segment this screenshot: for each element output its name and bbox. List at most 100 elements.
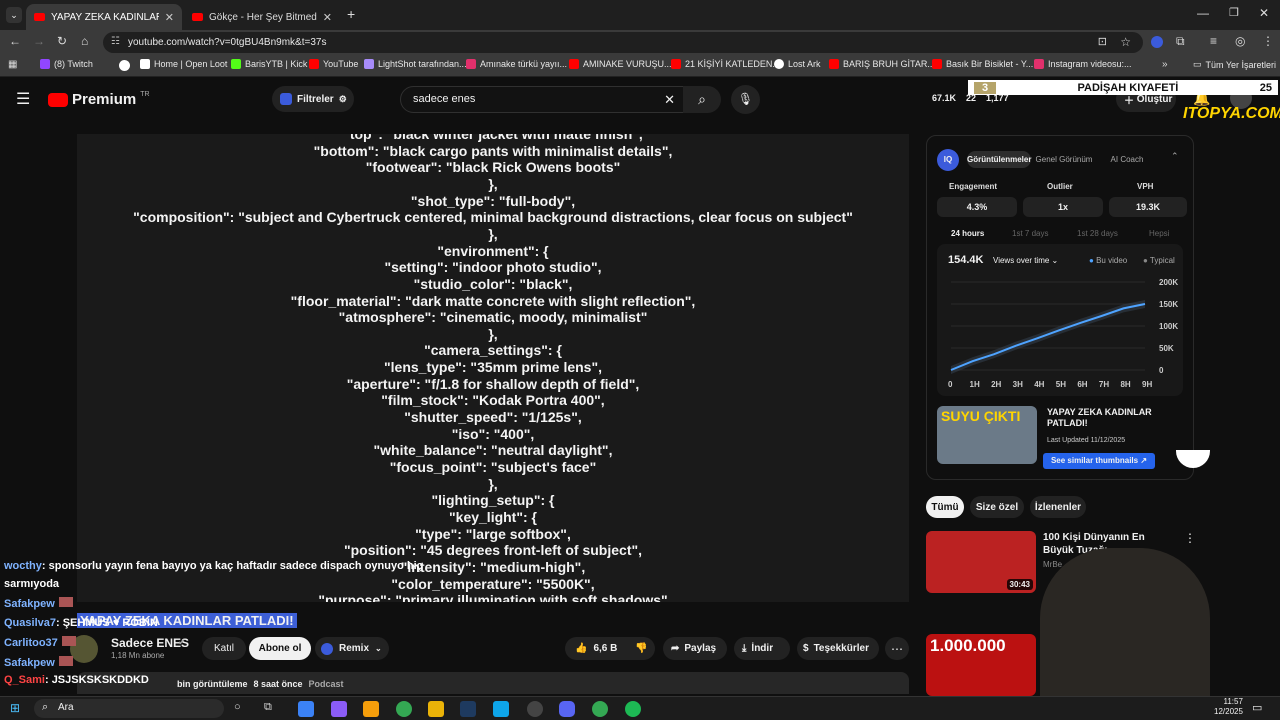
bookmark-item[interactable]: YouTube [309, 59, 358, 69]
bookmark-item[interactable]: (8) Twitch [40, 59, 93, 69]
bookmark-item[interactable]: Amınake türkü yayıı... [466, 59, 567, 69]
bookmark-item[interactable]: Instagram videosu:... [1034, 59, 1132, 69]
code-line: "lens_type": "35mm prime lens", [384, 359, 602, 376]
chip-watched[interactable]: İzlenenler [1030, 496, 1086, 518]
x-tick-label: 6H [1077, 380, 1087, 389]
bookmark-item[interactable]: Basık Bir Bisiklet - Y... [932, 59, 1033, 69]
filters-button[interactable]: Filtreler ⚙ [272, 86, 354, 112]
hamburger-icon[interactable]: ☰ [16, 89, 30, 109]
chat-overlay: wocthy: sponsorlu yayın fena bayıyo ya k… [4, 560, 424, 686]
bookmark-star-icon[interactable]: ☆ [1120, 35, 1131, 49]
task-view-icon[interactable]: ○ [234, 701, 250, 717]
share-button[interactable]: ➦ Paylaş [663, 637, 727, 660]
restore-button[interactable]: ❐ [1229, 6, 1239, 19]
range-28d[interactable]: 1st 28 days [1077, 229, 1118, 238]
range-24h[interactable]: 24 hours [951, 229, 984, 238]
views-count: 67.1K [932, 93, 957, 103]
voice-search-button[interactable]: 🎙 [731, 85, 760, 114]
reload-icon[interactable]: ↻ [57, 34, 67, 48]
chrome-icon[interactable] [396, 701, 412, 717]
tab-search-icon[interactable]: ≡ [1210, 34, 1217, 48]
windows-start-icon[interactable]: ⊞ [10, 701, 20, 715]
new-tab-button[interactable]: + [347, 6, 355, 22]
widgets-icon[interactable]: ⧉ [264, 701, 280, 717]
extensions-puzzle-icon[interactable]: ⧉ [1176, 34, 1185, 49]
views-dropdown[interactable]: Views over time ⌄ [993, 256, 1058, 265]
rec-thumbnail[interactable]: 1.000.000 [926, 634, 1036, 696]
thanks-button[interactable]: $ Teşekkürler [797, 637, 879, 660]
steam-icon[interactable] [460, 701, 476, 717]
spotify-icon[interactable] [625, 701, 641, 717]
tab-active[interactable]: YAPAY ZEKA KADINLAR PATLADI! ✕ [26, 4, 182, 30]
bookmark-item[interactable]: 21 KİŞİYİ KATLEDEN... [671, 59, 780, 69]
back-icon[interactable]: ← [9, 34, 21, 48]
discord-icon[interactable] [559, 701, 575, 717]
close-window-button[interactable]: ✕ [1259, 6, 1269, 20]
chat-message: wocthy: sponsorlu yayın fena bayıyo ya k… [4, 560, 424, 572]
close-icon[interactable]: ✕ [323, 11, 332, 24]
bookmark-item[interactable]: Lost Ark [774, 59, 821, 69]
file-explorer-icon[interactable] [428, 701, 444, 717]
tab-list-button[interactable]: ⌄ [6, 7, 22, 23]
download-button[interactable]: ⤓ İndir [734, 637, 790, 660]
emote-icon [58, 656, 73, 666]
bookmark-item[interactable]: LightShot tarafından... [364, 59, 467, 69]
range-7d[interactable]: 1st 7 days [1012, 229, 1048, 238]
tab-overview[interactable]: Genel Görünüm [1035, 151, 1093, 168]
tab-inactive[interactable]: Gökçe - Her Şey Bitmedi Bitem... ✕ [184, 4, 340, 30]
taskbar-search-label: Ara [58, 702, 74, 713]
app-icon[interactable] [493, 701, 509, 717]
home-icon[interactable]: ⌂ [81, 34, 88, 48]
app-icon[interactable] [527, 701, 543, 717]
taskbar: ⊞ ⌕ Ara ○ ⧉ 11:57 12/2025 ▭ [0, 696, 1280, 720]
search-input[interactable]: sadece enes ✕ [400, 86, 686, 113]
forward-icon[interactable]: → [33, 34, 45, 48]
app-icon[interactable] [298, 701, 314, 717]
similar-thumbnails-button[interactable]: See similar thumbnails ↗ [1043, 453, 1155, 469]
more-bookmarks-icon[interactable]: » [1162, 59, 1168, 70]
clock[interactable]: 11:57 12/2025 [1214, 697, 1243, 717]
rec-thumbnail[interactable]: 30:43 [926, 531, 1036, 593]
notification-icon[interactable]: ▭ [1252, 701, 1262, 714]
google-icon[interactable] [119, 60, 130, 71]
y-tick-label: 100K [1159, 322, 1178, 331]
apps-grid-icon[interactable]: ▦ [8, 59, 17, 70]
bookmark-label: Instagram videosu:... [1048, 59, 1132, 69]
bookmark-item[interactable]: AMINAKE VURUŞU... [569, 59, 672, 69]
range-all[interactable]: Hepsi [1149, 229, 1169, 238]
close-icon[interactable]: ✕ [165, 11, 174, 24]
copilot-icon[interactable] [331, 701, 347, 717]
url-field[interactable]: ☷ youtube.com/watch?v=0tgBU4Bn9mk&t=37s … [103, 32, 1143, 53]
youtube-logo[interactable]: Premium TR [48, 91, 150, 108]
minimize-button[interactable]: — [1197, 6, 1209, 20]
extension-icon[interactable] [1151, 36, 1163, 48]
profile-icon[interactable]: ◎ [1235, 34, 1245, 48]
microsoft-store-icon[interactable] [363, 701, 379, 717]
clear-search-icon[interactable]: ✕ [664, 92, 675, 108]
tab-views[interactable]: Görüntülenmeler [967, 151, 1031, 168]
install-app-icon[interactable]: ⊡ [1098, 35, 1107, 48]
tab-ai-coach[interactable]: AI Coach [1097, 151, 1157, 168]
vidiq-icon [280, 93, 292, 105]
all-bookmarks[interactable]: ▭ Tüm Yer İşaretleri [1193, 59, 1276, 70]
site-info-icon[interactable]: ☷ [111, 36, 120, 47]
chip-for-you[interactable]: Size özel [970, 496, 1024, 518]
taskbar-search[interactable]: ⌕ Ara [34, 699, 224, 718]
search-button[interactable]: ⌕ [683, 86, 721, 113]
more-actions-button[interactable]: ⋯ [885, 637, 909, 660]
thumbnail-preview[interactable]: SUYU ÇIKTI [937, 406, 1037, 464]
collapse-icon[interactable]: ⌃ [1171, 151, 1179, 162]
chrome-icon[interactable] [592, 701, 608, 717]
chip-all[interactable]: Tümü [926, 496, 964, 518]
like-icon[interactable]: 👍 [575, 643, 587, 654]
bookmark-item[interactable]: Home | Open Loot [140, 59, 227, 69]
bookmark-label: LightShot tarafından... [378, 59, 467, 69]
tab-title: YAPAY ZEKA KADINLAR PATLADI! [51, 11, 159, 23]
y-tick-label: 0 [1159, 366, 1164, 375]
menu-icon[interactable]: ⋮ [1262, 34, 1274, 48]
bookmark-item[interactable]: BarisYTB | Kick [231, 59, 307, 69]
video-player[interactable]: "top": "black winter jacket with matte f… [77, 134, 909, 602]
bookmark-item[interactable]: BARIŞ BRUH GİTAR... [829, 59, 935, 69]
dislike-icon[interactable]: 👎 [635, 643, 647, 654]
rec-more-icon[interactable]: ⋮ [1184, 531, 1196, 545]
